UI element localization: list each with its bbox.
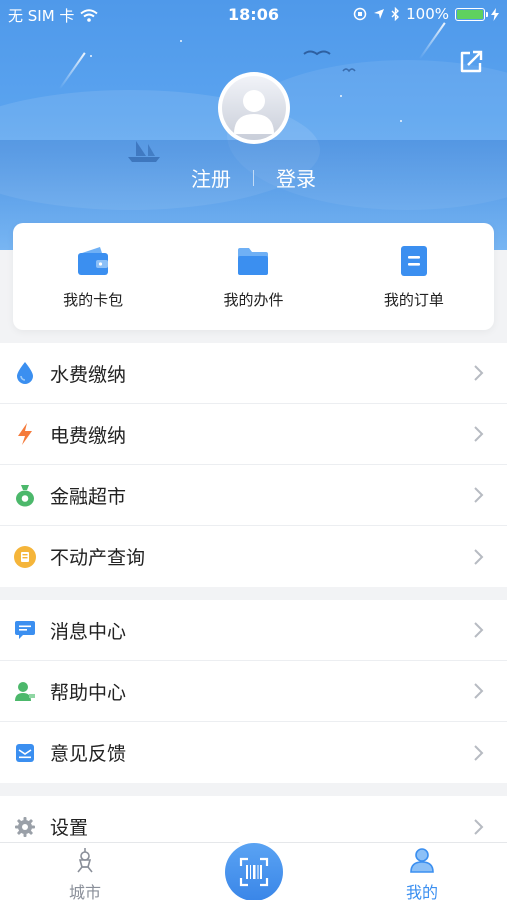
decor-star xyxy=(340,95,342,97)
decor-star xyxy=(90,55,92,57)
chevron-right-icon xyxy=(474,487,484,503)
menu-item-label: 金融超市 xyxy=(50,485,127,508)
orientation-lock-icon xyxy=(353,7,367,21)
chevron-right-icon xyxy=(474,744,484,761)
menu-group-payments: 水费缴纳 电费缴纳 金融超市 不动产查询 xyxy=(0,343,507,587)
menu-item-label: 不动产查询 xyxy=(50,547,146,569)
divider xyxy=(253,169,254,186)
battery-icon xyxy=(455,7,488,21)
profile-header: 无 SIM 卡 18:06 100% 注册 登录 xyxy=(0,0,507,250)
chevron-right-icon xyxy=(474,548,484,565)
quick-action-cases[interactable]: 我的办件 xyxy=(173,223,333,330)
lightning-icon xyxy=(12,421,38,447)
quick-action-wallet[interactable]: 我的卡包 xyxy=(13,223,173,330)
decor-streak xyxy=(58,52,86,90)
status-bar: 无 SIM 卡 18:06 100% xyxy=(0,0,507,28)
wallet-icon xyxy=(78,247,109,275)
quick-actions-card: 我的卡包 我的办件 我的订单 xyxy=(13,223,494,330)
bird-icon xyxy=(342,68,356,73)
scan-icon xyxy=(239,857,269,887)
tab-mine-label: 我的 xyxy=(405,883,438,900)
charging-icon xyxy=(491,7,499,21)
menu-item-help-center[interactable]: 帮助中心 xyxy=(0,661,507,722)
user-profile-icon xyxy=(410,848,434,873)
feedback-mail-icon xyxy=(12,740,38,766)
water-drop-icon xyxy=(12,360,38,386)
battery-fill xyxy=(457,9,483,19)
menu-item-feedback[interactable]: 意见反馈 xyxy=(0,722,507,783)
chevron-right-icon xyxy=(474,365,484,381)
quick-action-label: 我的卡包 xyxy=(63,291,124,309)
register-link[interactable]: 注册 xyxy=(191,163,231,192)
quick-action-orders[interactable]: 我的订单 xyxy=(334,223,494,330)
menu-item-property-query[interactable]: 不动产查询 xyxy=(0,526,507,587)
message-icon xyxy=(12,617,38,643)
chevron-right-icon xyxy=(474,818,484,835)
menu-item-label: 电费缴纳 xyxy=(50,424,127,447)
property-icon xyxy=(12,544,38,570)
menu-item-electricity-fee[interactable]: 电费缴纳 xyxy=(0,404,507,465)
menu-item-message-center[interactable]: 消息中心 xyxy=(0,600,507,661)
quick-action-label: 我的订单 xyxy=(383,291,444,309)
avatar[interactable] xyxy=(218,72,290,144)
city-tower-icon xyxy=(77,848,93,873)
chevron-right-icon xyxy=(474,683,484,699)
battery-percent: 100% xyxy=(406,5,449,23)
menu-item-label: 意见反馈 xyxy=(50,743,127,765)
decor-star xyxy=(180,40,182,42)
folder-icon xyxy=(238,248,269,275)
menu-item-label: 设置 xyxy=(50,817,89,839)
menu-item-label: 消息中心 xyxy=(50,620,127,643)
help-person-icon xyxy=(12,678,38,704)
chevron-right-icon xyxy=(474,622,484,638)
auth-links: 注册 登录 xyxy=(0,163,507,192)
share-icon[interactable] xyxy=(457,48,485,76)
chevron-right-icon xyxy=(474,426,484,442)
menu-group-support: 消息中心 帮助中心 意见反馈 xyxy=(0,600,507,783)
default-avatar xyxy=(222,76,286,140)
menu-item-finance-market[interactable]: 金融超市 xyxy=(0,465,507,526)
decor-star xyxy=(400,120,402,122)
tab-mine[interactable]: 我的 xyxy=(382,847,462,900)
menu-item-water-fee[interactable]: 水费缴纳 xyxy=(0,343,507,404)
login-link[interactable]: 登录 xyxy=(276,163,316,192)
tab-city[interactable]: 城市 xyxy=(45,847,125,900)
scan-button[interactable] xyxy=(225,843,283,900)
status-right: 100% xyxy=(353,5,499,23)
person-silhouette-icon xyxy=(234,90,274,134)
boat-icon xyxy=(128,141,160,162)
menu-item-label: 水费缴纳 xyxy=(50,363,127,386)
location-icon xyxy=(374,9,385,19)
bird-icon xyxy=(303,50,331,56)
order-icon xyxy=(400,246,427,276)
bluetooth-icon xyxy=(391,7,400,21)
quick-action-label: 我的办件 xyxy=(223,291,284,309)
gear-icon xyxy=(12,814,38,840)
tab-city-label: 城市 xyxy=(68,883,101,900)
tab-bar: 城市 我的 xyxy=(0,842,507,900)
money-bag-icon xyxy=(12,482,38,508)
menu-item-label: 帮助中心 xyxy=(50,681,127,704)
